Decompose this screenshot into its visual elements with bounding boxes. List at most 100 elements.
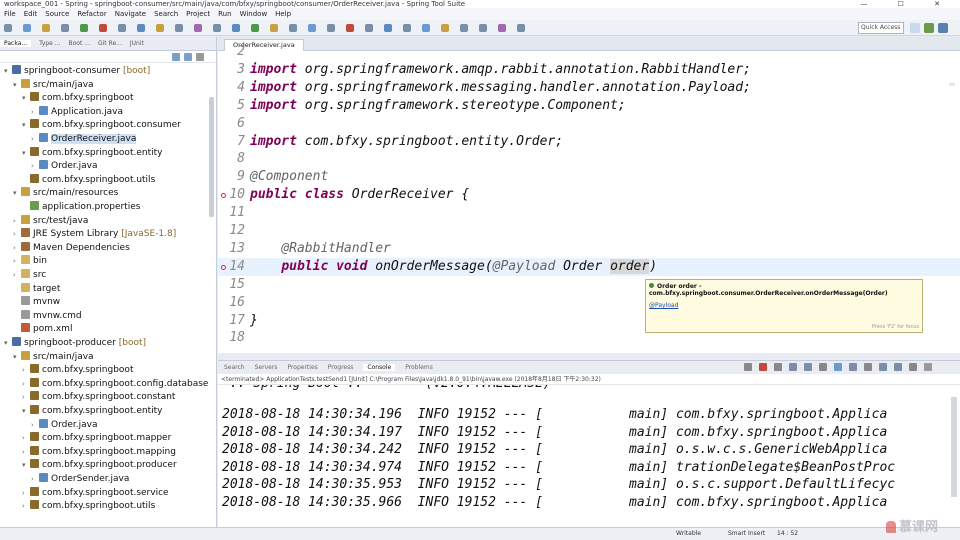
spring-perspective-icon[interactable] xyxy=(924,23,934,33)
twisty-icon[interactable]: › xyxy=(31,473,39,487)
console-tool-icon[interactable] xyxy=(759,363,767,371)
java-perspective-icon[interactable] xyxy=(938,23,948,33)
twisty-icon[interactable]: ▾ xyxy=(22,119,30,133)
twisty-icon[interactable]: ▾ xyxy=(22,147,30,161)
explorer-tab[interactable]: Packa... xyxy=(0,40,32,47)
code-line[interactable]: 3 import org.springframework.amqp.rabbit.… xyxy=(218,61,960,79)
tree-item[interactable]: › OrderReceiver.java xyxy=(0,133,137,147)
console-tool-icon[interactable] xyxy=(804,363,812,371)
toolbar-icon[interactable] xyxy=(156,24,164,32)
code-line[interactable]: 8 xyxy=(218,150,960,168)
tab-problems[interactable]: Problems xyxy=(405,364,433,371)
tree-item[interactable]: › src xyxy=(0,269,46,283)
toolbar-icon[interactable] xyxy=(4,24,12,32)
menu-run[interactable]: Run xyxy=(218,10,231,18)
twisty-icon[interactable]: ▾ xyxy=(13,79,21,93)
console-tool-icon[interactable] xyxy=(819,363,827,371)
code-line[interactable]: 2 xyxy=(218,43,960,61)
explorer-tab[interactable]: Git Re... xyxy=(98,40,122,47)
tree-item[interactable]: application.properties xyxy=(0,201,140,215)
console-tool-icon[interactable] xyxy=(774,363,782,371)
code-line[interactable]: 12 xyxy=(218,222,960,240)
toolbar-icon[interactable] xyxy=(308,24,316,32)
twisty-icon[interactable]: › xyxy=(22,364,30,378)
tree-item[interactable]: › Application.java xyxy=(0,105,123,120)
menu-search[interactable]: Search xyxy=(154,10,178,18)
twisty-icon[interactable]: › xyxy=(31,133,39,147)
toolbar-icon[interactable] xyxy=(422,24,430,32)
tree-item[interactable]: › Order.java xyxy=(0,418,97,433)
tree-item[interactable]: › OrderSender.java xyxy=(0,473,129,487)
toolbar-icon[interactable] xyxy=(517,24,525,32)
twisty-icon[interactable]: › xyxy=(31,419,39,433)
breakpoint-icon[interactable] xyxy=(221,264,226,270)
twisty-icon[interactable]: › xyxy=(13,255,21,269)
overview-ruler-marker[interactable] xyxy=(949,83,955,86)
console-tool-icon[interactable] xyxy=(879,363,887,371)
tree-item[interactable]: › com.bfxy.springboot.constant xyxy=(0,391,175,405)
explorer-tab[interactable]: Type ... xyxy=(39,40,60,47)
code-line[interactable]: 7 import com.bfxy.springboot.entity.Order… xyxy=(218,133,960,151)
toolbar-icon[interactable] xyxy=(137,24,145,32)
quick-access-input[interactable]: Quick Access xyxy=(858,22,904,34)
console-tool-icon[interactable] xyxy=(909,363,917,371)
twisty-icon[interactable]: › xyxy=(31,160,39,174)
console-tool-icon[interactable] xyxy=(789,363,797,371)
toolbar-icon[interactable] xyxy=(498,24,506,32)
code-line[interactable]: 6 xyxy=(218,115,960,133)
tab-search[interactable]: Search xyxy=(224,364,245,371)
tree-item[interactable]: › Maven Dependencies xyxy=(0,241,130,256)
console-tool-icon[interactable] xyxy=(924,363,932,371)
tree-item[interactable]: ▾ com.bfxy.springboot.producer xyxy=(0,459,177,473)
tree-item[interactable]: com.bfxy.springboot.utils xyxy=(0,173,155,188)
tree-item[interactable]: › bin xyxy=(0,255,47,269)
toolbar-icon[interactable] xyxy=(175,24,183,32)
toolbar-icon[interactable] xyxy=(42,24,50,32)
twisty-icon[interactable]: ▾ xyxy=(4,337,12,351)
tree-item[interactable]: › JRE System Library [JavaSE-1.8] xyxy=(0,228,176,242)
view-menu-icon[interactable] xyxy=(196,53,204,61)
twisty-icon[interactable]: ▾ xyxy=(13,351,21,365)
tree-item[interactable]: ▾ src/main/java xyxy=(0,350,94,365)
tree-item[interactable]: ▾ com.bfxy.springboot.consumer xyxy=(0,119,181,133)
tree-item[interactable]: ▾ com.bfxy.springboot.entity xyxy=(0,405,162,419)
twisty-icon[interactable]: ▾ xyxy=(13,187,21,201)
toolbar-icon[interactable] xyxy=(403,24,411,32)
collapse-all-icon[interactable] xyxy=(172,53,180,61)
toolbar-icon[interactable] xyxy=(289,24,297,32)
menu-help[interactable]: Help xyxy=(275,10,291,18)
twisty-icon[interactable]: › xyxy=(13,269,21,283)
toolbar-icon[interactable] xyxy=(99,24,107,32)
tree-item[interactable]: › com.bfxy.springboot.service xyxy=(0,486,169,501)
explorer-tab[interactable]: JUnit xyxy=(130,40,144,47)
toolbar-icon[interactable] xyxy=(80,24,88,32)
tree-item[interactable]: ▾ src/main/resources xyxy=(0,187,118,201)
console-tool-icon[interactable] xyxy=(849,363,857,371)
code-line[interactable]: 9 @Component xyxy=(218,168,960,186)
tree-item[interactable]: ▾ springboot-consumer [boot] xyxy=(0,65,150,79)
tab-progress[interactable]: Progress xyxy=(328,364,354,371)
tree-item[interactable]: ▾ springboot-producer [boot] xyxy=(0,337,146,351)
tab-properties[interactable]: Properties xyxy=(287,364,317,371)
tree-item[interactable]: › Order.java xyxy=(0,160,97,174)
console-scrollbar[interactable] xyxy=(951,397,957,497)
code-line[interactable]: 11 xyxy=(218,204,960,222)
menu-refactor[interactable]: Refactor xyxy=(77,10,106,18)
tree-item[interactable]: › com.bfxy.springboot.mapper xyxy=(0,432,171,446)
twisty-icon[interactable]: › xyxy=(22,378,30,392)
tree-item[interactable]: pom.xml xyxy=(0,323,72,337)
tab-console[interactable]: Console xyxy=(363,364,396,371)
menu-file[interactable]: File xyxy=(4,10,16,18)
toolbar-icon[interactable] xyxy=(194,24,202,32)
twisty-icon[interactable]: ▾ xyxy=(22,405,30,419)
tree-item[interactable]: › com.bfxy.springboot xyxy=(0,364,133,378)
link-editor-icon[interactable] xyxy=(184,53,192,61)
toolbar-icon[interactable] xyxy=(270,24,278,32)
toolbar-icon[interactable] xyxy=(327,24,335,32)
code-line[interactable]: 14 public void onOrderMessage(@Payload O… xyxy=(218,257,960,276)
toolbar-icon[interactable] xyxy=(61,24,69,32)
twisty-icon[interactable]: › xyxy=(22,446,30,460)
console-output[interactable]: :: Spring Boot :: (v2.0.4.RELEASE)2018-0… xyxy=(218,385,960,527)
toolbar-icon[interactable] xyxy=(213,24,221,32)
toolbar-icon[interactable] xyxy=(23,24,31,32)
